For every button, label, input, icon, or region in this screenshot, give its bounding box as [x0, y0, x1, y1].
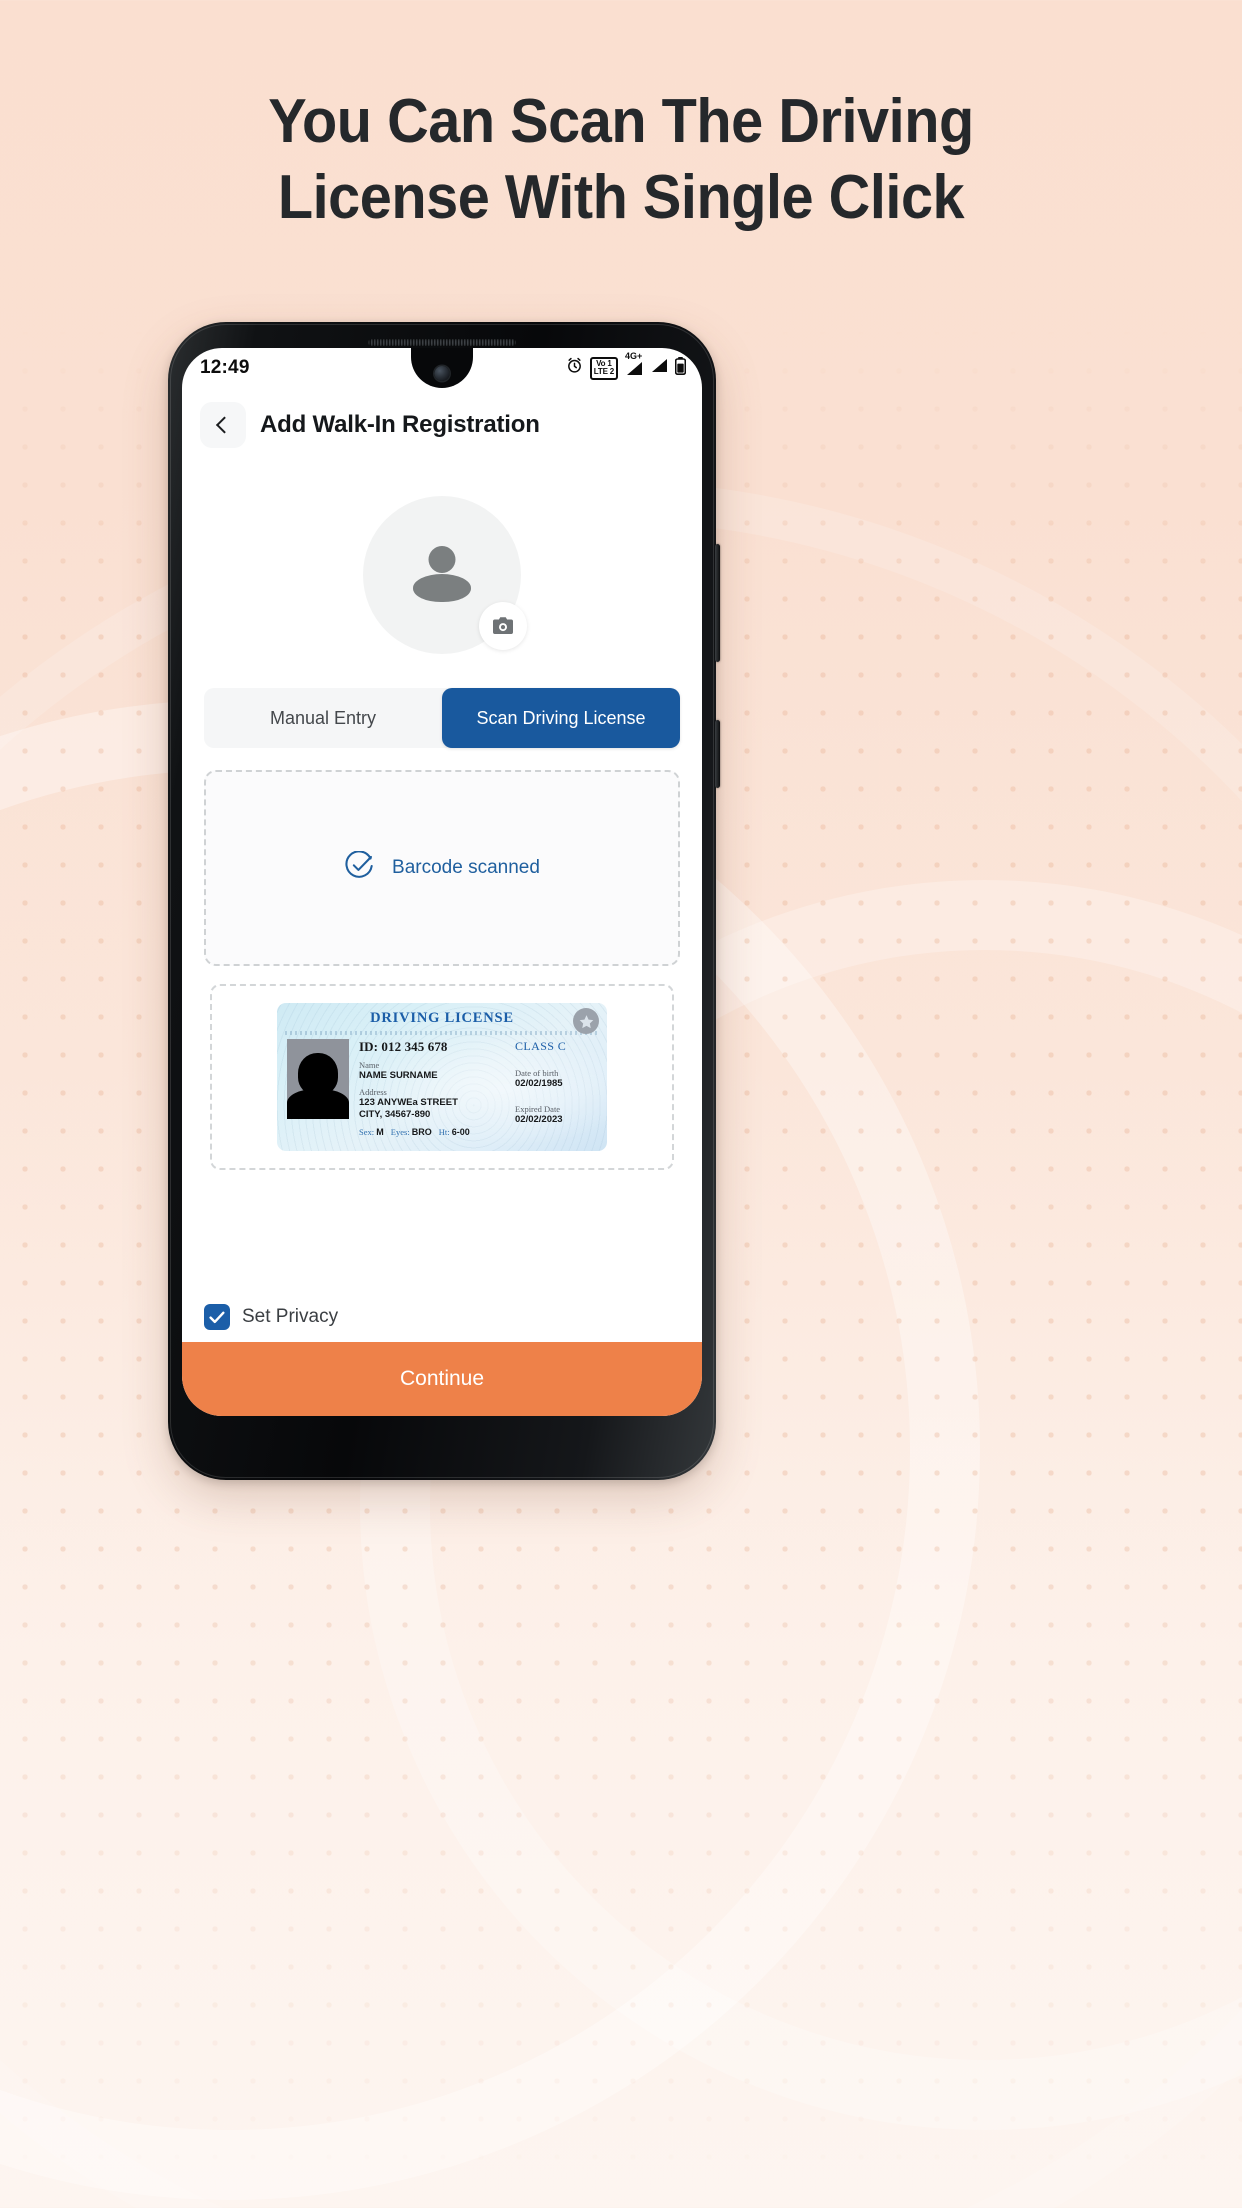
continue-button[interactable]: Continue — [182, 1342, 702, 1416]
network-4g-plus-icon: 4G+ — [625, 350, 643, 361]
check-icon — [209, 1311, 225, 1323]
signal-bars-sim1-icon: 4G+ — [625, 351, 643, 376]
volte-icon: Vo 1 LTE 2 — [589, 356, 618, 380]
camera-icon — [493, 617, 513, 634]
license-divider — [285, 1031, 599, 1035]
license-height-value: 6-00 — [451, 1127, 470, 1137]
license-dob-label: Date of birth — [515, 1068, 559, 1078]
license-physical-attributes: Sex: M Eyes: BRO Ht: 6-00 — [359, 1127, 505, 1137]
license-class: CLASS C — [515, 1039, 567, 1053]
avatar-section — [182, 496, 702, 654]
license-dob-value: 02/02/1985 — [515, 1078, 563, 1089]
license-sex: Sex: M — [359, 1127, 384, 1137]
avatar[interactable] — [363, 496, 527, 654]
phone-mockup: 12:49 Vo 1 LTE 2 4G+ Add Walk-In Registr… — [168, 322, 720, 1480]
tab-manual-entry-label: Manual Entry — [269, 707, 377, 728]
power-button[interactable] — [715, 720, 720, 788]
promo-headline: You Can Scan The Driving License With Si… — [43, 84, 1198, 236]
app-header: Add Walk-In Registration — [182, 388, 702, 458]
status-bar-icons: Vo 1 LTE 2 4G+ — [566, 351, 687, 380]
driving-license-card: DRIVING LICENSE ID: 012 345 678 Name NAM… — [277, 1003, 607, 1151]
volte-label-bottom: LTE 2 — [593, 367, 614, 376]
tab-scan-driving-license[interactable]: Scan Driving License — [442, 688, 680, 748]
license-name-label: Name — [359, 1060, 380, 1070]
license-expiry-value: 02/02/2023 — [515, 1114, 563, 1125]
chevron-left-icon — [215, 416, 233, 434]
license-expiry-label: Expired Date — [515, 1104, 561, 1114]
license-address-line1: 123 ANYWEa STREET — [359, 1097, 458, 1108]
license-address-label: Address — [359, 1087, 387, 1097]
promo-headline-line1: You Can Scan The Driving — [268, 87, 974, 156]
check-circle-icon — [344, 849, 374, 886]
license-id: ID: 012 345 678 — [359, 1039, 448, 1054]
set-privacy-checkbox[interactable] — [204, 1304, 230, 1330]
license-portrait — [287, 1039, 349, 1119]
barcode-scan-area[interactable]: Barcode scanned — [204, 770, 680, 966]
tab-manual-entry[interactable]: Manual Entry — [204, 688, 442, 748]
set-privacy-label: Set Privacy — [242, 1306, 339, 1327]
battery-icon — [674, 356, 687, 380]
tab-scan-driving-license-label: Scan Driving License — [476, 707, 646, 728]
license-eyes-value: BRO — [411, 1127, 432, 1137]
license-sex-value: M — [376, 1127, 384, 1137]
phone-screen: 12:49 Vo 1 LTE 2 4G+ Add Walk-In Registr… — [182, 348, 702, 1416]
license-title: DRIVING LICENSE — [370, 1010, 514, 1026]
license-body: ID: 012 345 678 Name NAME SURNAME Addres… — [287, 1039, 599, 1145]
front-camera-icon — [434, 366, 450, 381]
license-height: Ht: 6-00 — [438, 1127, 470, 1137]
continue-button-label: Continue — [399, 1367, 485, 1390]
status-bar-clock: 12:49 — [200, 357, 250, 378]
promo-headline-line2: License With Single Click — [277, 163, 965, 232]
alarm-icon — [566, 357, 583, 379]
license-eyes: Eyes: BRO — [390, 1127, 432, 1137]
person-placeholder-icon — [410, 546, 474, 604]
license-address-line2: CITY, 34567-890 — [359, 1109, 431, 1120]
set-privacy-row[interactable]: Set Privacy — [204, 1304, 338, 1330]
license-side-fields: CLASS C Date of birth 02/02/1985 Expired… — [515, 1039, 599, 1145]
license-preview-area[interactable]: DRIVING LICENSE ID: 012 345 678 Name NAM… — [210, 984, 674, 1170]
entry-mode-tabs: Manual Entry Scan Driving License — [204, 688, 680, 748]
volume-button[interactable] — [715, 544, 720, 662]
earpiece-speaker — [368, 339, 516, 346]
license-main-fields: ID: 012 345 678 Name NAME SURNAME Addres… — [359, 1039, 505, 1145]
page-title: Add Walk-In Registration — [260, 411, 540, 438]
barcode-status-label: Barcode scanned — [392, 857, 540, 878]
back-button[interactable] — [200, 402, 246, 448]
signal-bars-sim2-icon — [650, 358, 668, 378]
notch — [405, 348, 479, 388]
license-name-value: NAME SURNAME — [359, 1070, 438, 1081]
star-badge-icon — [573, 1008, 599, 1034]
camera-badge-button[interactable] — [479, 602, 527, 650]
